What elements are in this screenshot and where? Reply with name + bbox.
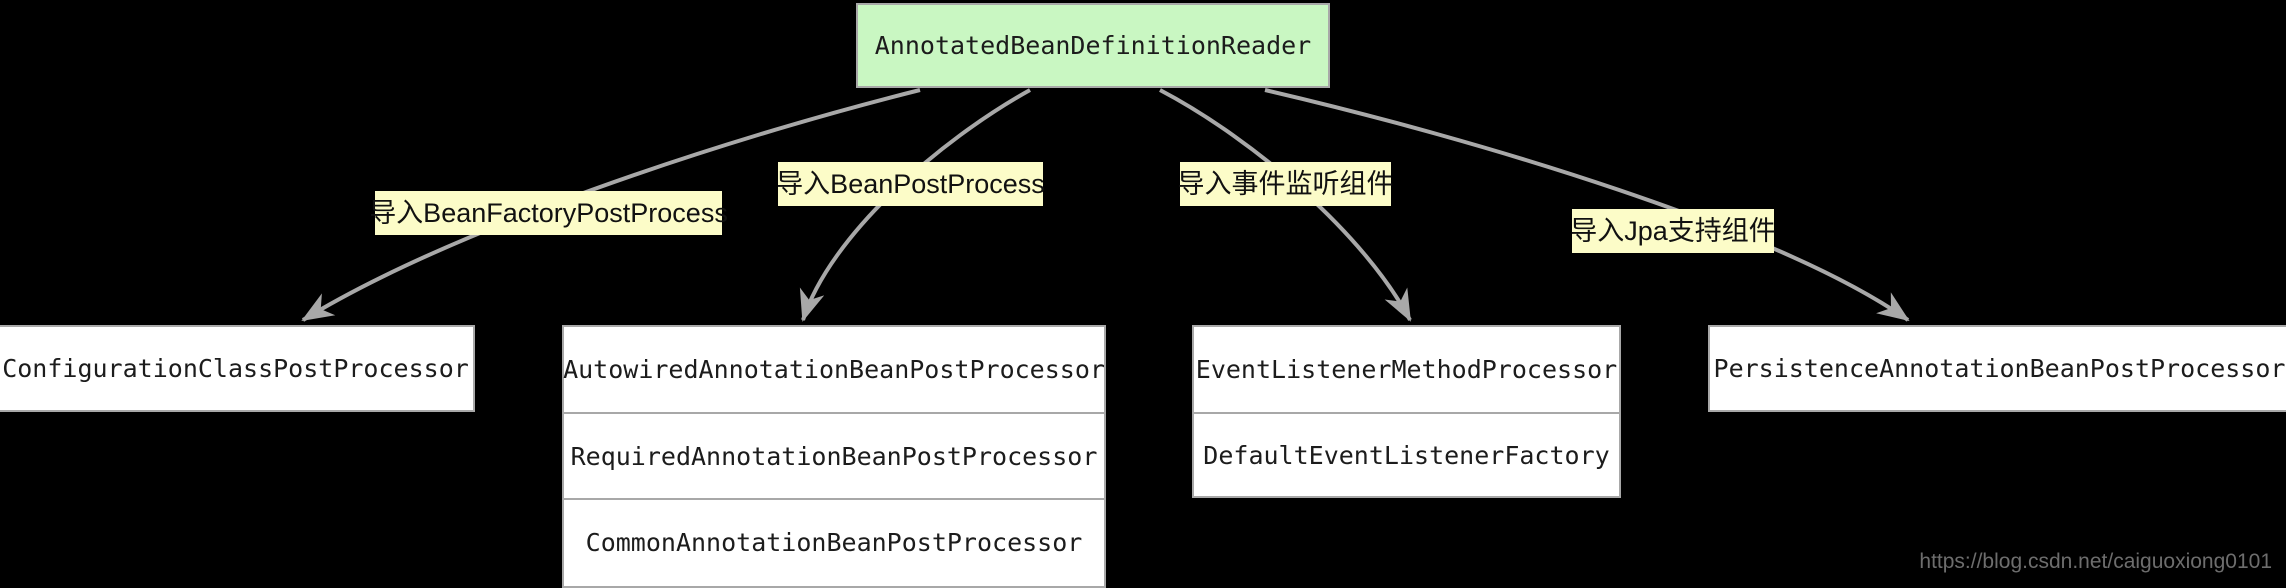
persistence-node[interactable]: PersistenceAnnotationBeanPostProcessor xyxy=(1708,325,2286,412)
edge-label-jpa-support: 导入Jpa支持组件 xyxy=(1570,209,1776,253)
watermark: https://blog.csdn.net/caiguoxiong0101 xyxy=(1919,550,2272,573)
bean-post-processor-node[interactable]: AutowiredAnnotationBeanPostProcessor Req… xyxy=(562,325,1106,588)
event-listener-node[interactable]: EventListenerMethodProcessor DefaultEven… xyxy=(1192,325,1621,498)
edge-label-bean-post-process: 导入BeanPostProcess xyxy=(776,162,1045,206)
node-row: DefaultEventListenerFactory xyxy=(1194,412,1619,496)
node-row: PersistenceAnnotationBeanPostProcessor xyxy=(1713,354,2286,383)
edge-label-event-listener: 导入事件监听组件 xyxy=(1178,162,1394,206)
configuration-class-post-processor-node[interactable]: ConfigurationClassPostProcessor xyxy=(0,325,475,412)
node-row: EventListenerMethodProcessor xyxy=(1195,355,1618,384)
node-row: RequiredAnnotationBeanPostProcessor xyxy=(564,412,1104,498)
node-row: CommonAnnotationBeanPostProcessor xyxy=(564,498,1104,584)
root-node-title: AnnotatedBeanDefinitionReader xyxy=(874,31,1312,60)
node-row: AutowiredAnnotationBeanPostProcessor xyxy=(563,355,1105,384)
diagram-canvas: AnnotatedBeanDefinitionReader 导入BeanFact… xyxy=(0,0,2286,588)
edge-label-bean-factory-post-process: 导入BeanFactoryPostProcess xyxy=(369,191,728,235)
diagram-edges xyxy=(301,88,1910,322)
node-row: ConfigurationClassPostProcessor xyxy=(2,354,469,383)
root-node[interactable]: AnnotatedBeanDefinitionReader xyxy=(856,3,1330,88)
